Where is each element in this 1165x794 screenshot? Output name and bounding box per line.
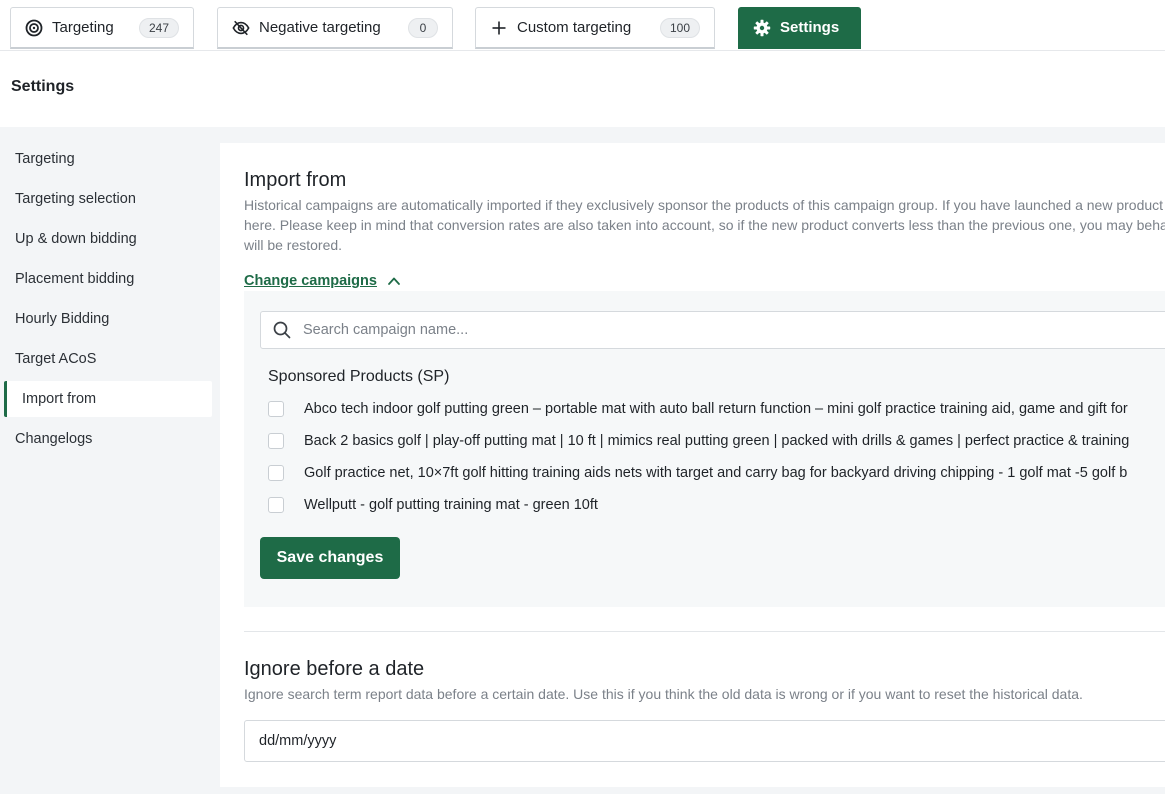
section-divider: [244, 631, 1165, 632]
settings-body: Targeting Targeting selection Up & down …: [0, 127, 1165, 794]
campaign-checkbox[interactable]: [268, 465, 284, 481]
campaign-row[interactable]: Back 2 basics golf | play-off putting ma…: [268, 429, 1165, 453]
sidebar-item-label: Hourly Bidding: [15, 311, 110, 327]
sidebar-item-hourly-bidding[interactable]: Hourly Bidding: [0, 301, 214, 337]
sidebar-item-label: Import from: [22, 391, 97, 407]
campaign-checkbox[interactable]: [268, 497, 284, 513]
campaign-selector: Sponsored Products (SP) Abco tech indoor…: [244, 291, 1165, 607]
tab-bar: Targeting 247 Negative targeting 0 Custo…: [0, 0, 1165, 51]
tab-label: Targeting: [52, 19, 114, 36]
sidebar-item-up-down-bidding[interactable]: Up & down bidding: [0, 221, 214, 257]
import-from-title: Import from: [244, 169, 347, 191]
sidebar-item-placement-bidding[interactable]: Placement bidding: [0, 261, 214, 297]
campaign-name: Back 2 basics golf | play-off putting ma…: [304, 433, 1130, 449]
ignore-before-description: Ignore search term report data before a …: [244, 686, 1083, 702]
campaign-row[interactable]: Abco tech indoor golf putting green – po…: [268, 397, 1165, 421]
page-title: Settings: [11, 78, 75, 95]
chevron-up-icon: [387, 274, 401, 288]
campaign-search-input[interactable]: [303, 322, 1163, 338]
campaign-name: Abco tech indoor golf putting green – po…: [304, 401, 1128, 417]
sidebar-item-label: Target ACoS: [15, 351, 97, 367]
tab-label: Negative targeting: [259, 19, 381, 36]
search-icon: [273, 320, 293, 340]
gear-icon: [753, 19, 771, 37]
sidebar-item-label: Targeting selection: [15, 191, 136, 207]
tab-negative-targeting[interactable]: Negative targeting 0: [217, 7, 453, 49]
campaign-name: Golf practice net, 10×7ft golf hitting t…: [304, 465, 1128, 481]
tab-count-badge: 100: [659, 17, 700, 38]
sidebar-item-label: Targeting: [15, 151, 75, 167]
save-changes-button[interactable]: Save changes: [260, 537, 400, 579]
campaign-row[interactable]: Golf practice net, 10×7ft golf hitting t…: [268, 461, 1165, 485]
sidebar-item-import-from[interactable]: Import from: [4, 381, 212, 417]
import-from-description: Historical campaigns are automatically i…: [244, 197, 1165, 253]
plus-icon: [490, 19, 508, 37]
tab-count-badge: 0: [408, 17, 438, 38]
campaign-search[interactable]: [260, 311, 1165, 349]
campaign-name: Wellputt - golf putting training mat - g…: [304, 497, 598, 513]
settings-panel: Import from Historical campaigns are aut…: [220, 143, 1165, 787]
tab-label: Settings: [780, 19, 840, 36]
target-icon: [25, 19, 43, 37]
settings-sidebar: Targeting Targeting selection Up & down …: [0, 141, 214, 461]
campaign-checkbox[interactable]: [268, 401, 284, 417]
tab-settings[interactable]: Settings: [738, 7, 861, 49]
sidebar-item-target-acos[interactable]: Target ACoS: [0, 341, 214, 377]
eye-off-icon: [232, 19, 250, 37]
ignore-before-title: Ignore before a date: [244, 658, 425, 680]
sidebar-item-changelogs[interactable]: Changelogs: [0, 421, 214, 457]
sidebar-item-label: Up & down bidding: [15, 231, 137, 247]
campaign-checkbox[interactable]: [268, 433, 284, 449]
change-campaigns-label: Change campaigns: [244, 273, 377, 289]
ignore-before-date-input[interactable]: dd/mm/yyyy: [244, 720, 1165, 762]
tab-label: Custom targeting: [517, 19, 632, 36]
sidebar-item-label: Changelogs: [15, 431, 93, 447]
sidebar-item-label: Placement bidding: [15, 271, 135, 287]
tab-targeting[interactable]: Targeting 247: [10, 7, 194, 49]
campaign-row[interactable]: Wellputt - golf putting training mat - g…: [268, 493, 1165, 517]
campaign-group-title: Sponsored Products (SP): [268, 368, 450, 385]
tab-count-badge: 247: [138, 17, 179, 38]
change-campaigns-link[interactable]: Change campaigns: [244, 273, 401, 289]
sidebar-item-targeting[interactable]: Targeting: [0, 141, 214, 177]
sidebar-item-targeting-selection[interactable]: Targeting selection: [0, 181, 214, 217]
tab-custom-targeting[interactable]: Custom targeting 100: [475, 7, 715, 49]
page-header: Settings: [0, 51, 1165, 127]
